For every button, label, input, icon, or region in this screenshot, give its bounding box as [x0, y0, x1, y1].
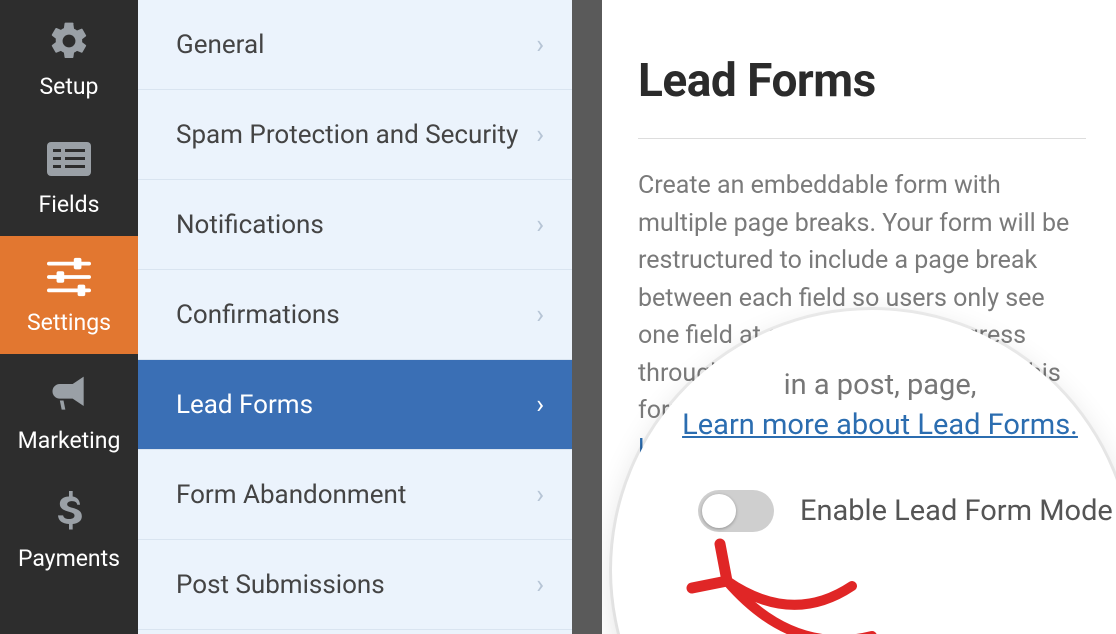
list-icon: [47, 137, 91, 181]
enable-lead-form-toggle[interactable]: [698, 490, 774, 532]
zoom-learn-more-link[interactable]: Learn more about Lead Forms.: [682, 408, 1078, 442]
settings-item-confirmations[interactable]: Confirmations ›: [138, 270, 572, 360]
panel-gap: [572, 0, 602, 634]
arrow-annotation-icon: [672, 526, 892, 634]
settings-item-general[interactable]: General ›: [138, 0, 572, 90]
chevron-right-icon: ›: [536, 210, 544, 240]
bullhorn-icon: [47, 373, 91, 417]
sidebar-item-marketing[interactable]: Marketing: [0, 354, 138, 472]
sidebar-item-label: Setup: [40, 73, 99, 100]
sidebar-item-payments[interactable]: Payments: [0, 472, 138, 590]
divider: [638, 138, 1086, 139]
sidebar-item-label: Settings: [27, 309, 111, 336]
chevron-right-icon: ›: [536, 300, 544, 330]
settings-item-notifications[interactable]: Notifications ›: [138, 180, 572, 270]
page-title: Lead Forms: [638, 54, 1086, 108]
settings-item-label: Notifications: [176, 210, 324, 240]
toggle-knob: [702, 494, 736, 528]
toggle-label: Enable Lead Form Mode: [800, 494, 1113, 528]
settings-item-label: Confirmations: [176, 300, 340, 330]
sidebar-item-label: Payments: [18, 545, 120, 572]
sidebar-item-label: Marketing: [18, 427, 121, 454]
chevron-right-icon: ›: [536, 120, 544, 150]
settings-submenu: General › Spam Protection and Security ›…: [138, 0, 572, 634]
settings-item-spam[interactable]: Spam Protection and Security ›: [138, 90, 572, 180]
chevron-right-icon: ›: [536, 30, 544, 60]
sidebar-item-label: Fields: [39, 191, 100, 218]
settings-item-label: Form Abandonment: [176, 480, 406, 510]
chevron-right-icon: ›: [536, 390, 544, 420]
settings-item-label: Post Submissions: [176, 570, 385, 600]
sidebar-item-settings[interactable]: Settings: [0, 236, 138, 354]
settings-item-label: General: [176, 30, 264, 60]
content-panel: Lead Forms Create an embeddable form wit…: [602, 0, 1116, 634]
settings-item-lead-forms[interactable]: Lead Forms ›: [138, 360, 572, 450]
settings-item-label: Spam Protection and Security: [176, 120, 518, 150]
settings-item-form-abandonment[interactable]: Form Abandonment ›: [138, 450, 572, 540]
sidebar-item-fields[interactable]: Fields: [0, 118, 138, 236]
chevron-right-icon: ›: [536, 570, 544, 600]
zoom-text-fragment: in a post, page,: [668, 364, 1092, 408]
settings-item-label: Lead Forms: [176, 390, 313, 420]
chevron-right-icon: ›: [536, 480, 544, 510]
gear-icon: [47, 19, 91, 63]
settings-item-post-submissions[interactable]: Post Submissions ›: [138, 540, 572, 630]
icon-sidebar: Setup Fields Settings: [0, 0, 138, 634]
sidebar-item-setup[interactable]: Setup: [0, 0, 138, 118]
sliders-icon: [47, 255, 91, 299]
dollar-icon: [47, 491, 91, 535]
